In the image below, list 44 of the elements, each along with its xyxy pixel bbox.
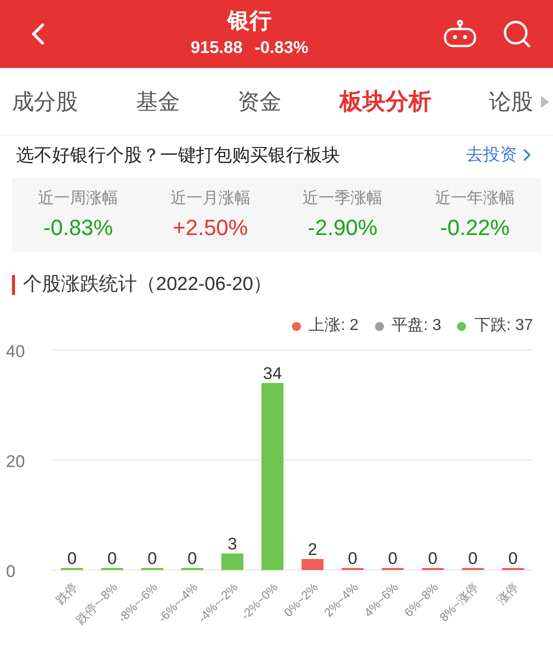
period-return: +2.50% <box>172 214 248 242</box>
legend-label: 上涨: 2 <box>308 316 359 336</box>
category-label: 涨停 <box>494 580 522 608</box>
robot-icon[interactable] <box>443 20 477 48</box>
bar-value-label: 0 <box>107 549 117 568</box>
period-label: 近一年涨幅 <box>434 188 515 208</box>
tab[interactable]: 成分股 <box>12 85 78 118</box>
bar-value-label: 0 <box>147 549 157 568</box>
legend-label: 下跌: 37 <box>474 316 533 336</box>
index-change: -0.83% <box>254 37 308 60</box>
axis-tick-label: 20 <box>6 452 25 471</box>
bar-value-label: 0 <box>188 549 198 568</box>
category-label: 跌停 <box>53 580 80 608</box>
legend-label: 平盘: 3 <box>392 316 442 336</box>
bar-value-label: 0 <box>67 549 77 568</box>
bar-value-label: 0 <box>508 549 518 568</box>
search-icon[interactable] <box>501 18 533 50</box>
promo-text: 选不好银行个股？一键打包购买银行板块 <box>16 144 340 166</box>
period-label: 近一月涨幅 <box>170 188 250 208</box>
bar-value-label: 34 <box>263 364 282 383</box>
tab[interactable]: 基金 <box>136 85 180 118</box>
bar <box>221 554 244 570</box>
tab[interactable]: 板块分析 <box>339 84 432 119</box>
page-title: 银行 <box>228 7 272 36</box>
axis-tick-label: 0 <box>6 562 16 581</box>
bar-value-label: 0 <box>348 549 358 568</box>
axis-tick-label: 40 <box>6 342 25 361</box>
bar-value-label: 0 <box>468 549 478 568</box>
period-label: 近一周涨幅 <box>38 188 118 208</box>
bar-value-label: 0 <box>388 549 398 568</box>
section-marker <box>12 275 15 295</box>
bar-value-label: 0 <box>428 549 438 568</box>
index-price: 915.88 <box>190 37 243 60</box>
tab[interactable]: 资金 <box>238 85 282 118</box>
period-label: 近一季涨幅 <box>302 188 383 208</box>
bar-value-label: 3 <box>228 534 238 554</box>
tab[interactable]: 论股 <box>489 85 533 118</box>
period-return: -0.22% <box>440 214 510 242</box>
invest-link[interactable]: 去投资 <box>466 142 537 168</box>
period-return: -0.83% <box>43 214 113 242</box>
period-return: -2.90% <box>308 214 378 242</box>
section-title: 个股涨跌统计（2022-06-20） <box>23 272 272 297</box>
bar-value-label: 2 <box>308 540 318 559</box>
bar <box>302 559 324 570</box>
